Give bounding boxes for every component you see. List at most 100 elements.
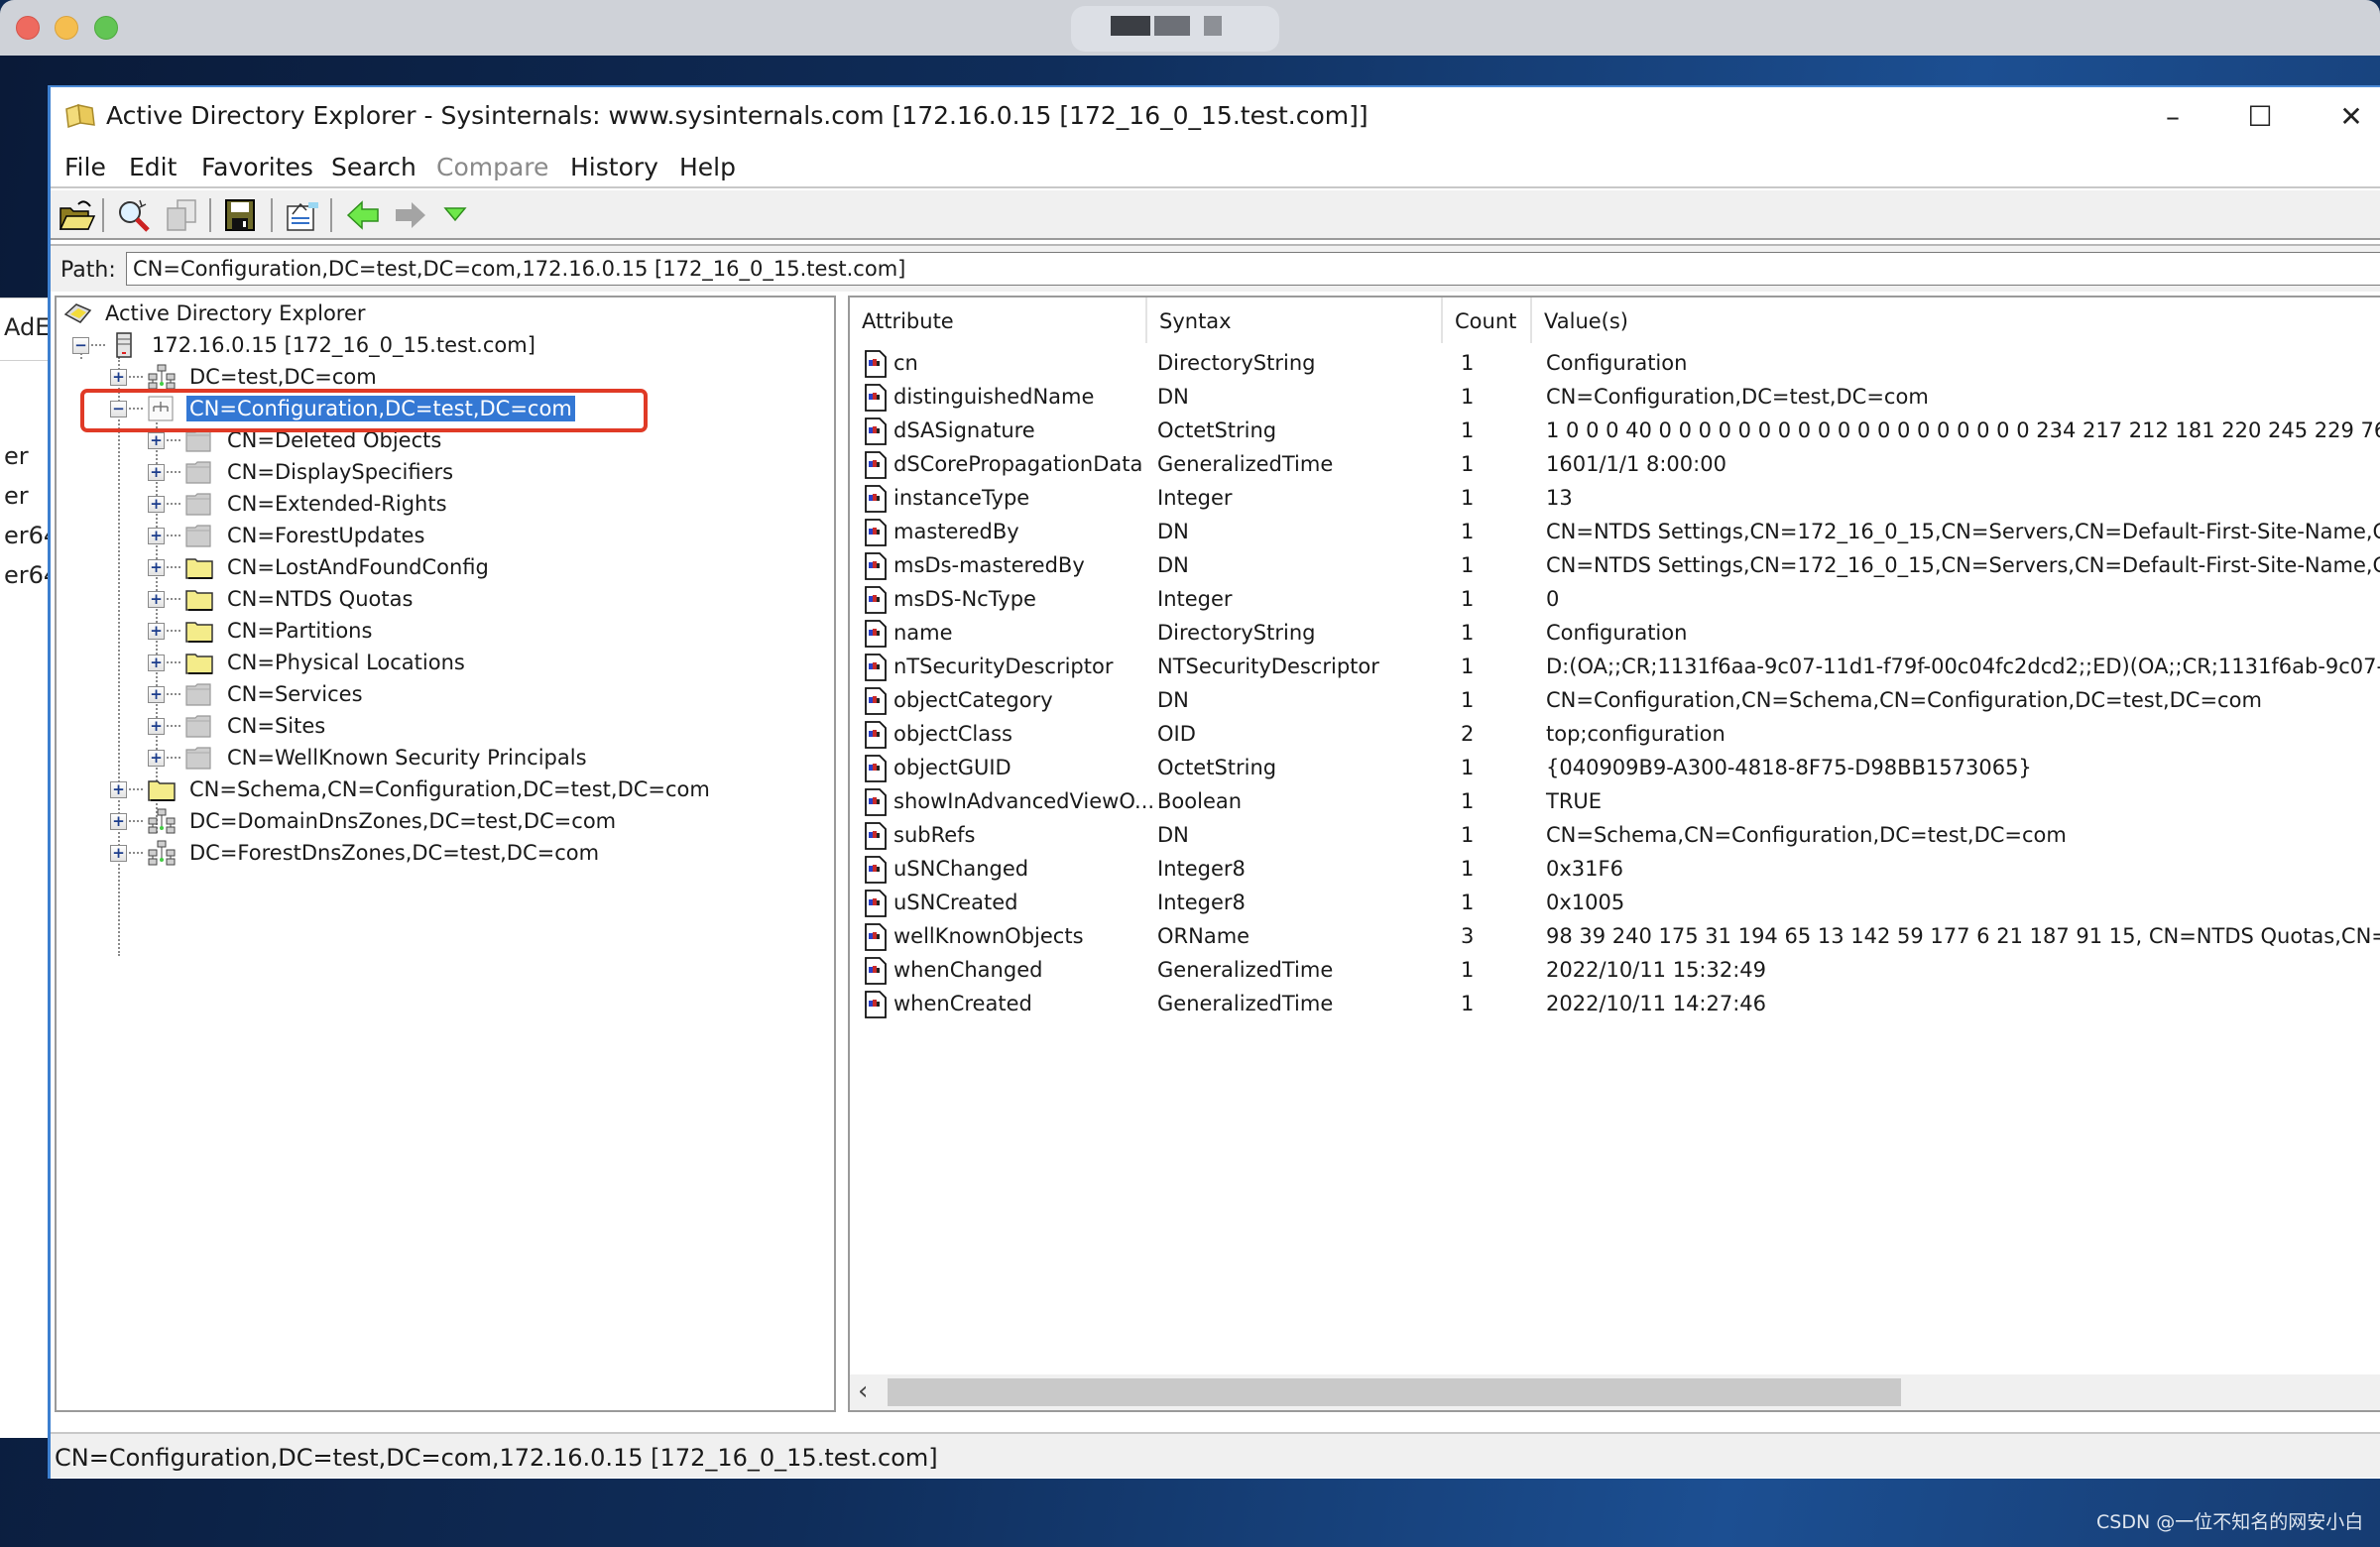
attribute-count: 1 (1461, 992, 1475, 1015)
expand-toggle[interactable]: + (148, 749, 165, 767)
attribute-value: CN=NTDS Settings,CN=172_16_0_15,CN=Serve… (1546, 520, 2380, 543)
column-header-attribute[interactable]: Attribute (850, 298, 1147, 343)
tree-dots (167, 693, 180, 695)
open-snapshot-icon[interactable] (57, 196, 96, 234)
forward-arrow-icon[interactable] (390, 196, 429, 234)
attribute-row[interactable]: masteredBy DN 1 CN=NTDS Settings,CN=172_16_… (850, 516, 2380, 549)
tree-node[interactable]: + CN=Physical Locations (148, 647, 468, 678)
attribute-row[interactable]: showInAdvancedViewO... Boolean 1 TRUE (850, 785, 2380, 819)
attribute-name: name (893, 621, 953, 645)
expand-toggle[interactable]: + (148, 590, 165, 608)
attribute-row[interactable]: objectClass OID 2 top;configuration (850, 718, 2380, 752)
attribute-row[interactable]: msDS-NcType Integer 1 0 (850, 583, 2380, 617)
attribute-syntax: Boolean (1157, 789, 1243, 813)
attribute-row[interactable]: whenCreated GeneralizedTime 1 2022/10/11 14… (850, 988, 2380, 1021)
tree-node-label: CN=DisplaySpecifiers (227, 460, 454, 484)
close-button[interactable]: ✕ (2321, 97, 2380, 137)
expand-toggle[interactable]: + (148, 527, 165, 544)
attributes-pane[interactable]: Attribute Syntax Count Value(s) cn Direct… (848, 296, 2380, 1412)
save-snapshot-icon[interactable] (221, 196, 261, 234)
path-input[interactable] (126, 252, 2380, 286)
host-minimize-button[interactable] (55, 16, 78, 40)
properties-icon[interactable] (283, 196, 322, 234)
history-dropdown-icon[interactable] (435, 196, 475, 234)
tree-root[interactable]: Active Directory Explorer (62, 298, 369, 329)
menu-favorites[interactable]: Favorites (201, 153, 313, 181)
tree-node[interactable]: + CN=Services (148, 678, 366, 710)
expand-toggle[interactable]: + (110, 368, 127, 386)
expand-toggle[interactable]: + (110, 780, 127, 798)
attribute-row[interactable]: objectGUID OctetString 1 {040909B9-A300-481… (850, 752, 2380, 785)
attribute-row[interactable]: nTSecurityDescriptor NTSecurityDescriptor… (850, 651, 2380, 684)
expand-toggle[interactable]: + (110, 844, 127, 862)
attribute-row[interactable]: uSNCreated Integer8 1 0x1005 (850, 887, 2380, 920)
compare-icon[interactable] (162, 196, 201, 234)
expand-toggle[interactable]: + (148, 685, 165, 703)
attribute-row[interactable]: name DirectoryString 1 Configuration (850, 617, 2380, 651)
host-zoom-button[interactable] (94, 16, 118, 40)
menu-file[interactable]: File (64, 153, 106, 181)
attribute-row[interactable]: dSASignature OctetString 1 1 0 0 0 40 0 0 0… (850, 415, 2380, 448)
attribute-row[interactable]: wellKnownObjects ORName 3 98 39 240 175 31 … (850, 920, 2380, 954)
maximize-button[interactable]: ☐ (2230, 97, 2290, 137)
attribute-syntax: DN (1157, 385, 1189, 409)
attribute-row[interactable]: dSCorePropagationData GeneralizedTime 1 160… (850, 448, 2380, 482)
attribute-name: subRefs (893, 823, 976, 847)
status-bar: CN=Configuration,DC=test,DC=com,172.16.0… (51, 1432, 2380, 1478)
attribute-row[interactable]: msDs-masteredBy DN 1 CN=NTDS Settings,CN=17… (850, 549, 2380, 583)
tree-node-label: CN=Extended-Rights (227, 492, 447, 516)
menu-edit[interactable]: Edit (129, 153, 177, 181)
attribute-row[interactable]: subRefs DN 1 CN=Schema,CN=Configuration,DC=… (850, 819, 2380, 853)
menu-history[interactable]: History (570, 153, 658, 181)
tree-node[interactable]: + CN=ForestUpdates (148, 520, 427, 551)
attribute-icon (865, 654, 887, 681)
expand-toggle[interactable]: + (148, 622, 165, 640)
attribute-icon (865, 788, 887, 816)
connect-search-icon[interactable] (114, 196, 154, 234)
tree-node[interactable]: + CN=WellKnown Security Principals (148, 742, 590, 774)
scroll-thumb[interactable] (888, 1378, 1901, 1406)
attribute-row[interactable]: uSNChanged Integer8 1 0x31F6 (850, 853, 2380, 887)
expand-toggle[interactable]: + (148, 431, 165, 449)
menu-help[interactable]: Help (679, 153, 736, 181)
tree-node-server[interactable]: − 172.16.0.15 [172_16_0_15.test.com] (72, 329, 538, 361)
attribute-row[interactable]: instanceType Integer 1 13 (850, 482, 2380, 516)
column-header-syntax[interactable]: Syntax (1147, 298, 1443, 343)
tree-node[interactable]: + CN=DisplaySpecifiers (148, 456, 456, 488)
attribute-icon (865, 687, 887, 715)
menu-search[interactable]: Search (331, 153, 416, 181)
minimize-button[interactable]: – (2143, 97, 2202, 137)
tree-node[interactable]: + CN=Schema,CN=Configuration,DC=test,DC=c… (110, 774, 713, 805)
expand-toggle[interactable]: + (148, 463, 165, 481)
attribute-row[interactable]: objectCategory DN 1 CN=Configuration,CN=Sch… (850, 684, 2380, 718)
background-text: er64 (4, 561, 52, 589)
expand-toggle[interactable]: + (110, 812, 127, 830)
expand-toggle[interactable]: + (148, 495, 165, 513)
horizontal-scrollbar[interactable]: ‹ (850, 1374, 2380, 1410)
attribute-value: 1601/1/1 8:00:00 (1546, 452, 1726, 476)
attribute-row[interactable]: whenChanged GeneralizedTime 1 2022/10/11 15… (850, 954, 2380, 988)
tree-node[interactable]: + DC=ForestDnsZones,DC=test,DC=com (110, 837, 602, 869)
scroll-left-button[interactable]: ‹ (858, 1376, 868, 1406)
expand-toggle[interactable]: + (148, 654, 165, 671)
tree-pane[interactable]: Active Directory Explorer − 172.16.0.15 … (55, 296, 836, 1412)
container-gray-icon (185, 715, 211, 738)
attribute-row[interactable]: cn DirectoryString 1 Configuration (850, 347, 2380, 381)
expand-toggle[interactable]: + (148, 717, 165, 735)
expand-toggle[interactable]: + (148, 558, 165, 576)
tree-node[interactable]: + CN=Partitions (148, 615, 375, 647)
tree-node[interactable]: + CN=LostAndFoundConfig (148, 551, 492, 583)
attribute-row[interactable]: distinguishedName DN 1 CN=Configuration,DC=… (850, 381, 2380, 415)
attribute-count: 1 (1461, 452, 1475, 476)
column-header-values[interactable]: Value(s) (1532, 298, 2380, 343)
collapse-toggle[interactable]: − (72, 336, 89, 354)
column-header-count[interactable]: Count (1443, 298, 1532, 343)
tree-dots (167, 566, 180, 568)
tree-node[interactable]: + CN=Extended-Rights (148, 488, 450, 520)
tree-node[interactable]: + CN=NTDS Quotas (148, 583, 416, 615)
menu-compare[interactable]: Compare (436, 153, 548, 181)
tree-node[interactable]: + CN=Sites (148, 710, 328, 742)
host-close-button[interactable] (16, 16, 40, 40)
tree-node[interactable]: + DC=DomainDnsZones,DC=test,DC=com (110, 805, 619, 837)
back-arrow-icon[interactable] (344, 196, 384, 234)
